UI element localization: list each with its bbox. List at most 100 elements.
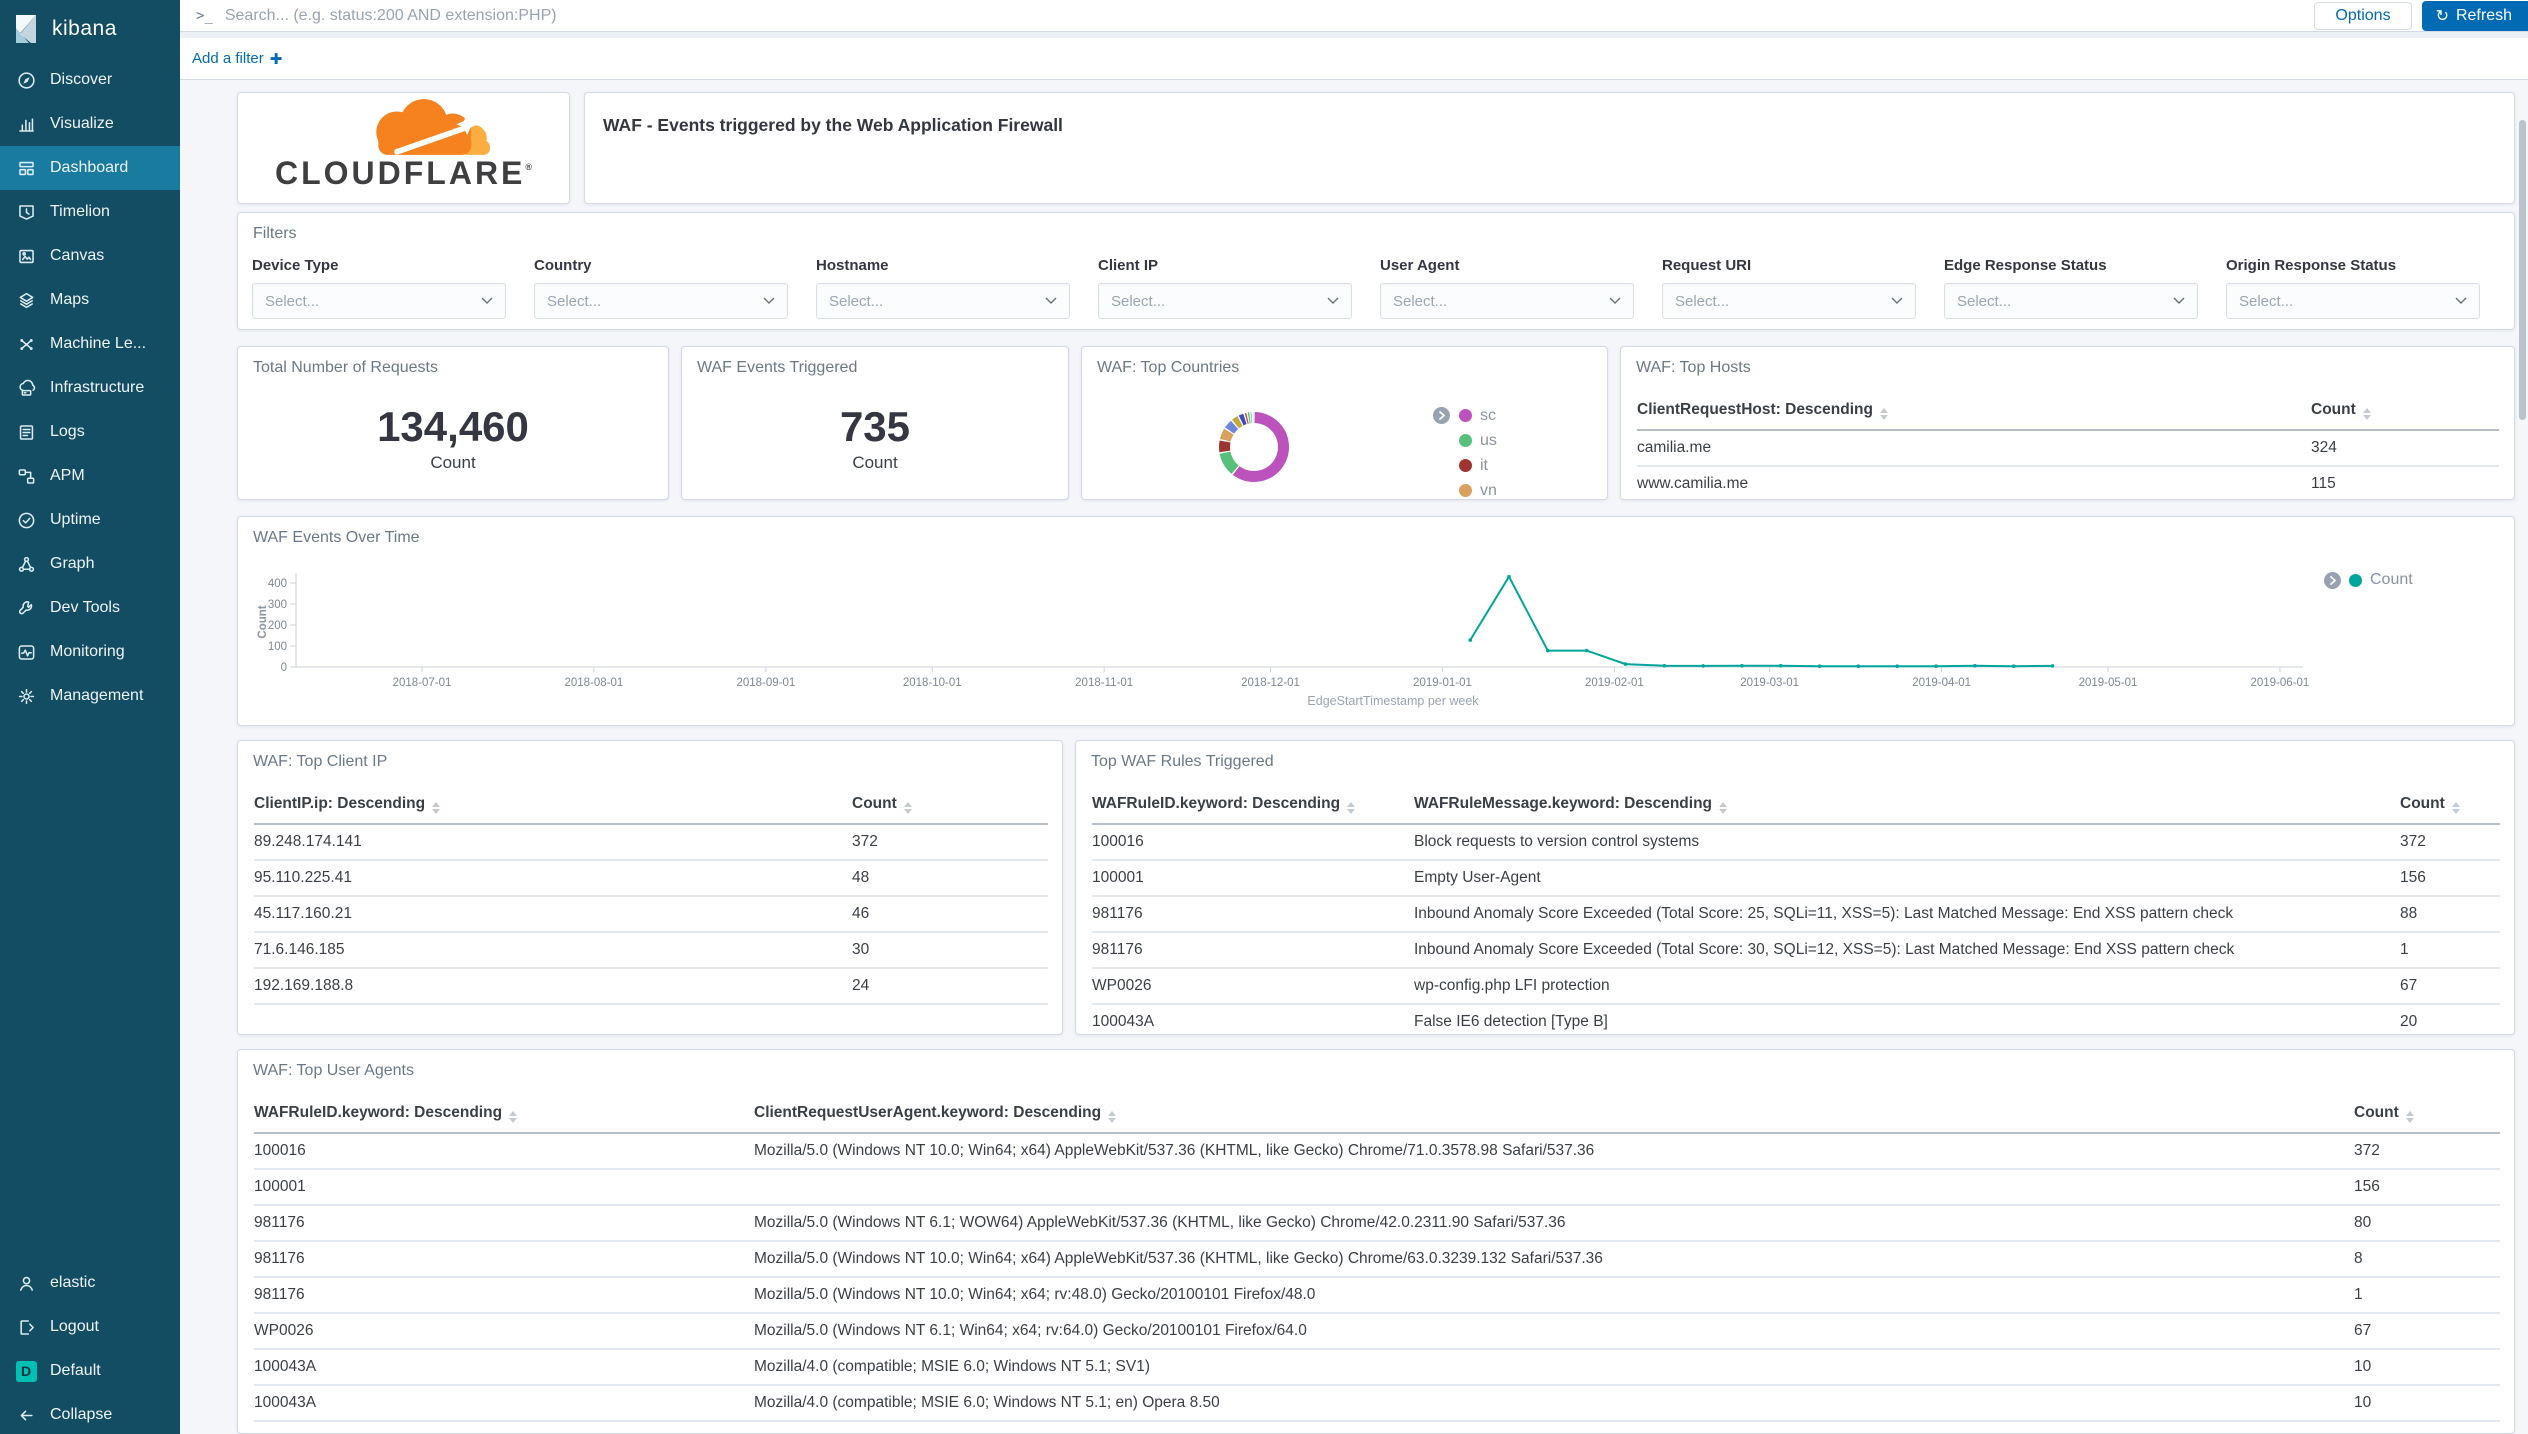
metric-value: 735 bbox=[682, 403, 1068, 451]
top-countries-donut-chart[interactable] bbox=[1082, 347, 1608, 500]
logout-icon bbox=[15, 1318, 37, 1337]
search-input[interactable] bbox=[225, 7, 2315, 25]
sidebar-item-label: Dev Tools bbox=[50, 599, 120, 617]
timelion-icon bbox=[15, 203, 37, 222]
sidebar-item-collapse[interactable]: Collapse bbox=[0, 1393, 180, 1434]
column-header[interactable]: ClientRequestUserAgent.keyword: Descendi… bbox=[754, 1104, 2354, 1133]
legend-label[interactable]: Count bbox=[2370, 571, 2413, 589]
sidebar-item-maps[interactable]: Maps bbox=[0, 278, 180, 322]
collapse-label: Collapse bbox=[50, 1406, 112, 1424]
table-row: 981176Mozilla/5.0 (Windows NT 10.0; Win6… bbox=[254, 1241, 2500, 1277]
column-header[interactable]: WAFRuleID.keyword: Descending bbox=[254, 1104, 754, 1133]
sidebar-item-uptime[interactable]: Uptime bbox=[0, 498, 180, 542]
column-header[interactable]: Count bbox=[2354, 1104, 2500, 1133]
column-header[interactable]: Count bbox=[2400, 795, 2500, 824]
table-row: 981176Mozilla/5.0 (Windows NT 6.1; WOW64… bbox=[254, 1205, 2500, 1241]
legend-label: it bbox=[1480, 457, 1488, 475]
sidebar-item-label: Machine Le... bbox=[50, 335, 146, 353]
dashboard-icon bbox=[15, 159, 37, 178]
chevron-down-icon bbox=[2173, 297, 2185, 305]
table-row: www.camilia.me115 bbox=[1637, 466, 2499, 500]
column-header[interactable]: ClientRequestHost: Descending bbox=[1637, 401, 2311, 430]
sidebar-item-graph[interactable]: Graph bbox=[0, 542, 180, 586]
legend-item[interactable]: us bbox=[1459, 428, 1497, 453]
column-header[interactable]: ClientIP.ip: Descending bbox=[254, 795, 852, 824]
sidebar-item-management[interactable]: Management bbox=[0, 674, 180, 718]
filter-select[interactable]: Select... bbox=[252, 283, 506, 319]
filters-panel: Filters Device Type Select... Country Se… bbox=[237, 212, 2515, 330]
events-over-time-line-chart[interactable]: 01002003004002018-07-012018-08-012018-09… bbox=[238, 517, 2515, 725]
svg-text:2018-12-01: 2018-12-01 bbox=[1241, 677, 1300, 689]
svg-text:2018-09-01: 2018-09-01 bbox=[736, 677, 795, 689]
page-scrollbar[interactable] bbox=[2519, 120, 2526, 420]
table-row: 89.248.174.141372 bbox=[254, 824, 1048, 860]
filter-select[interactable]: Select... bbox=[1662, 283, 1916, 319]
legend-item[interactable]: sc bbox=[1459, 403, 1497, 428]
svg-text:EdgeStartTimestamp per week: EdgeStartTimestamp per week bbox=[1307, 694, 1479, 708]
top-user-agents-panel: WAF: Top User Agents WAFRuleID.keyword: … bbox=[237, 1049, 2515, 1434]
sidebar-item-user[interactable]: elastic bbox=[0, 1261, 180, 1305]
infrastructure-icon bbox=[15, 379, 37, 398]
filter-select[interactable]: Select... bbox=[1098, 283, 1352, 319]
filter-bar: Add a filter ✚ bbox=[180, 38, 2528, 80]
legend-swatch bbox=[1459, 484, 1472, 497]
legend-toggle-icon[interactable] bbox=[1433, 407, 1450, 424]
search-bar: >_ Options ↻ Refresh bbox=[180, 0, 2528, 32]
add-filter-button[interactable]: Add a filter ✚ bbox=[192, 50, 282, 68]
panel-title: WAF Events Triggered bbox=[682, 347, 1068, 377]
svg-text:2019-02-01: 2019-02-01 bbox=[1585, 677, 1644, 689]
sidebar-item-timelion[interactable]: Timelion bbox=[0, 190, 180, 234]
apm-icon bbox=[15, 467, 37, 486]
kibana-logo-row[interactable]: kibana bbox=[0, 0, 180, 58]
legend-item[interactable]: vn bbox=[1459, 478, 1497, 500]
discover-icon bbox=[15, 71, 37, 90]
chevron-down-icon bbox=[481, 297, 493, 305]
legend-item[interactable]: it bbox=[1459, 453, 1497, 478]
filter-select[interactable]: Select... bbox=[1380, 283, 1634, 319]
dashboard-title-panel: WAF - Events triggered by the Web Applic… bbox=[584, 92, 2515, 204]
sidebar-item-infrastructure[interactable]: Infrastructure bbox=[0, 366, 180, 410]
sidebar-item-dev-tools[interactable]: Dev Tools bbox=[0, 586, 180, 630]
top-waf-rules-table: WAFRuleID.keyword: Descending WAFRuleMes… bbox=[1092, 795, 2500, 1035]
column-header[interactable]: WAFRuleMessage.keyword: Descending bbox=[1414, 795, 2400, 824]
sidebar-item-logs[interactable]: Logs bbox=[0, 410, 180, 454]
column-header[interactable]: Count bbox=[2311, 401, 2499, 430]
query-prompt-icon: >_ bbox=[196, 8, 213, 24]
filter-select[interactable]: Select... bbox=[1944, 283, 2198, 319]
sidebar: kibana Discover Visualize Dashboard bbox=[0, 0, 180, 1434]
filter-select[interactable]: Select... bbox=[2226, 283, 2480, 319]
panel-title: Total Number of Requests bbox=[238, 347, 668, 377]
sidebar-item-label: Graph bbox=[50, 555, 94, 573]
sidebar-item-apm[interactable]: APM bbox=[0, 454, 180, 498]
sort-icon bbox=[1108, 1111, 1116, 1123]
filter-select[interactable]: Select... bbox=[816, 283, 1070, 319]
column-header[interactable]: WAFRuleID.keyword: Descending bbox=[1092, 795, 1414, 824]
sidebar-item-label: Infrastructure bbox=[50, 379, 144, 397]
sort-icon bbox=[432, 802, 440, 814]
sort-icon bbox=[2406, 1111, 2414, 1123]
table-row: WP0026wp-config.php LFI protection67 bbox=[1092, 968, 2500, 1004]
sidebar-item-canvas[interactable]: Canvas bbox=[0, 234, 180, 278]
monitoring-icon bbox=[15, 643, 37, 662]
filter-select[interactable]: Select... bbox=[534, 283, 788, 319]
sidebar-item-logout[interactable]: Logout bbox=[0, 1305, 180, 1349]
refresh-button[interactable]: ↻ Refresh bbox=[2422, 1, 2528, 31]
sidebar-item-visualize[interactable]: Visualize bbox=[0, 102, 180, 146]
plus-icon: ✚ bbox=[270, 50, 283, 68]
sidebar-item-dashboard[interactable]: Dashboard bbox=[0, 146, 180, 190]
column-header[interactable]: Count bbox=[852, 795, 1048, 824]
table-row: 100043AFalse IE6 detection [Type B]20 bbox=[1092, 1004, 2500, 1035]
sidebar-item-monitoring[interactable]: Monitoring bbox=[0, 630, 180, 674]
table-row: 95.110.225.4148 bbox=[254, 860, 1048, 896]
kibana-logo-icon bbox=[10, 13, 42, 45]
waf-events-triggered-panel: WAF Events Triggered 735 Count bbox=[681, 346, 1069, 500]
table-row: 981176Inbound Anomaly Score Exceeded (To… bbox=[1092, 896, 2500, 932]
filters-panel-title: Filters bbox=[238, 213, 2514, 243]
sidebar-item-default-space[interactable]: D Default bbox=[0, 1349, 180, 1393]
username-label: elastic bbox=[50, 1274, 95, 1292]
sidebar-item-machine-learning[interactable]: Machine Le... bbox=[0, 322, 180, 366]
dev-tools-icon bbox=[15, 599, 37, 618]
options-button[interactable]: Options bbox=[2314, 2, 2411, 30]
legend-toggle-icon[interactable] bbox=[2324, 572, 2341, 589]
sidebar-item-discover[interactable]: Discover bbox=[0, 58, 180, 102]
